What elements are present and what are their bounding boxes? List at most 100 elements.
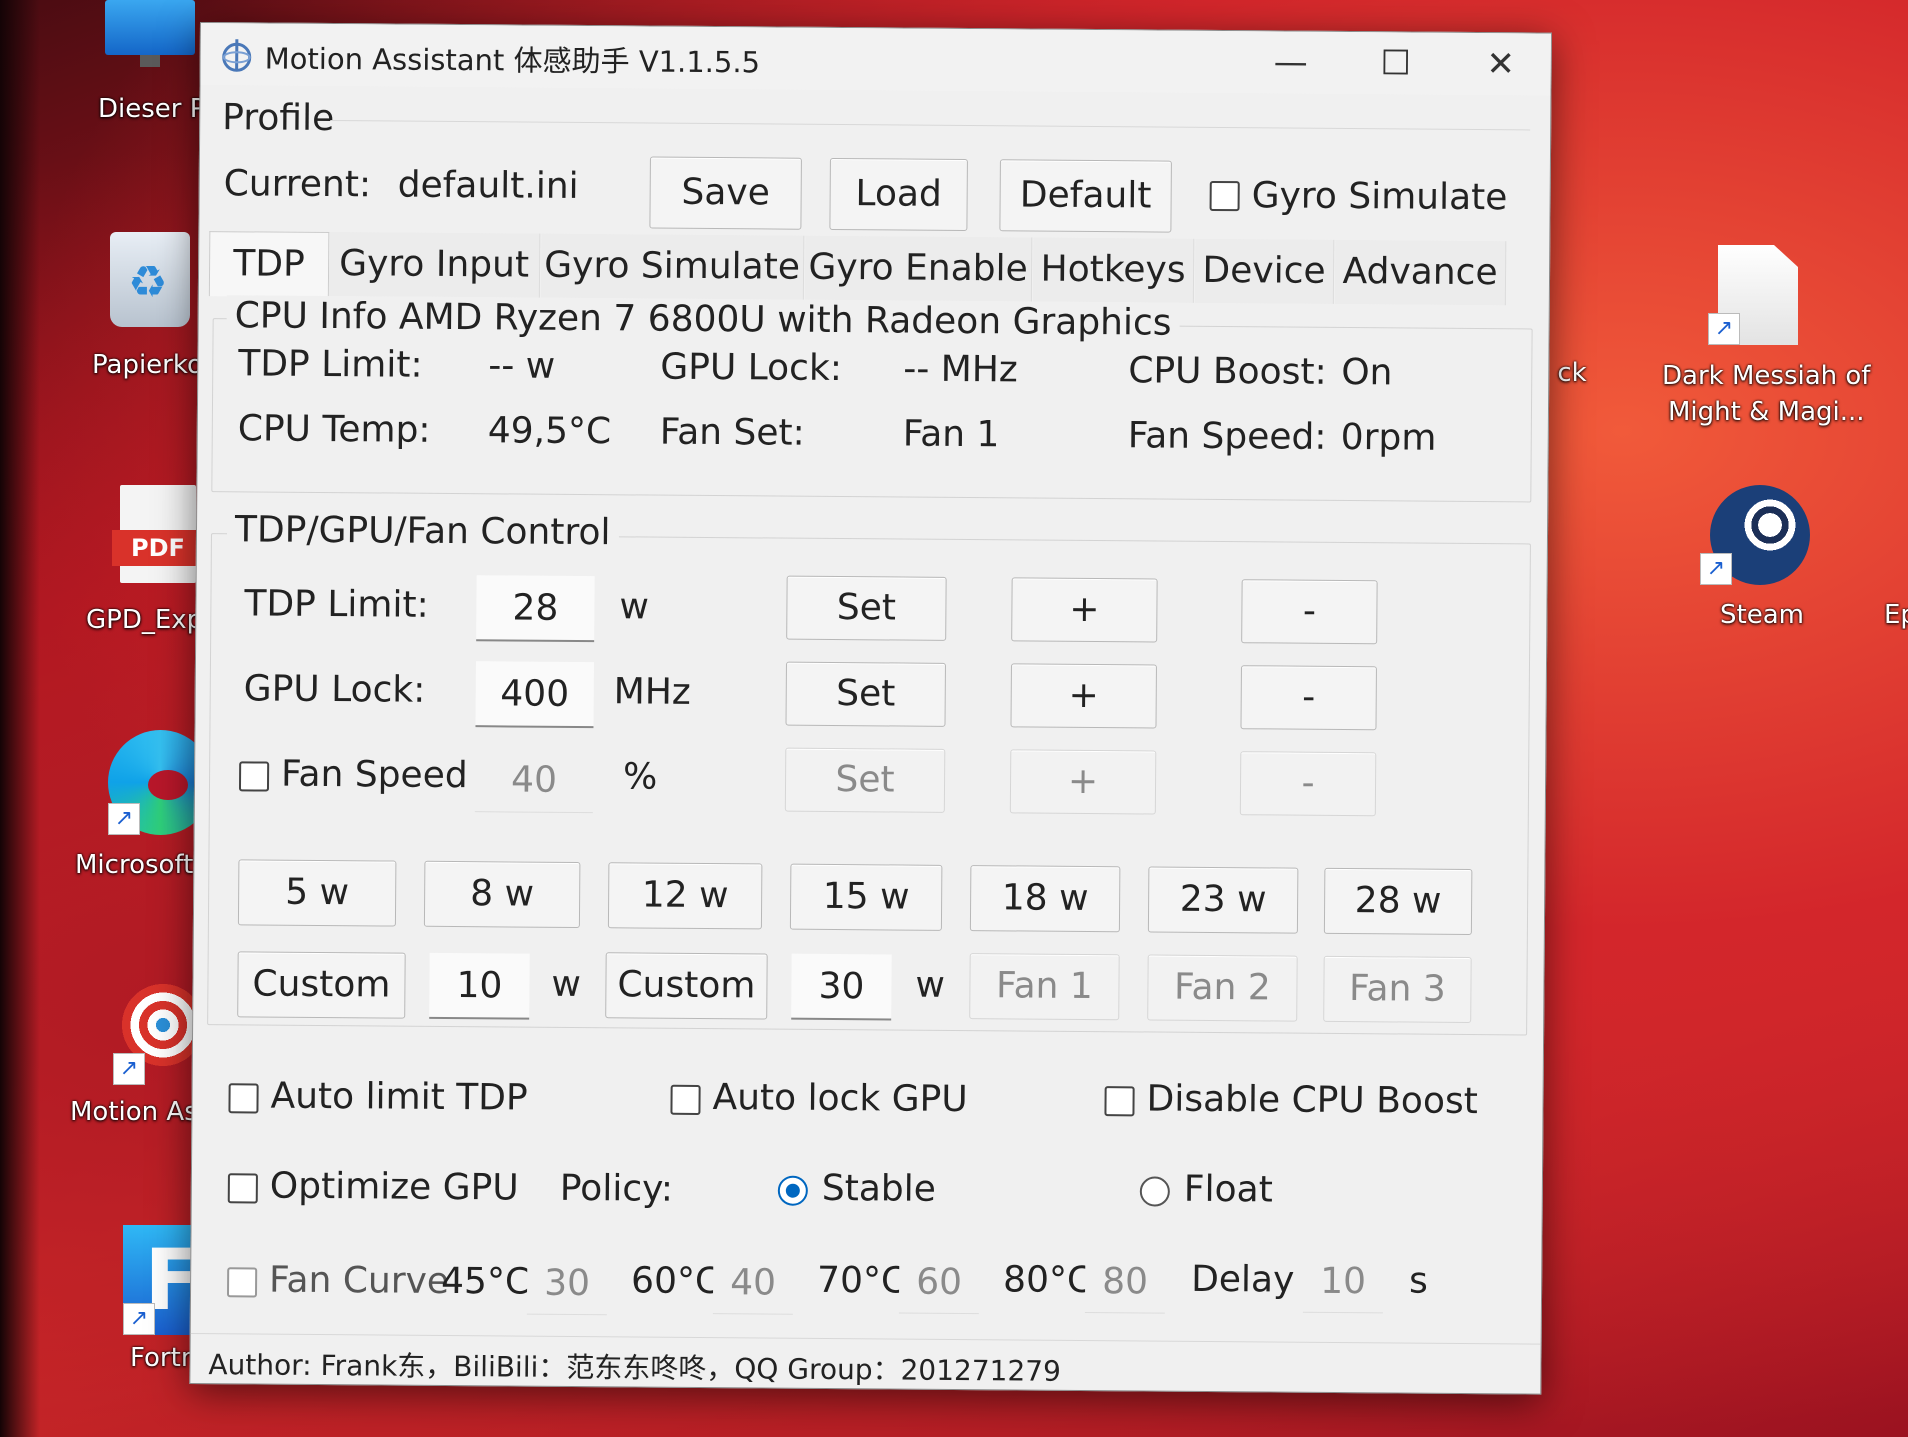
save-profile-button[interactable]: Save (649, 156, 802, 230)
tdp-limit-info-label: TDP Limit: (238, 343, 423, 386)
tab-device[interactable]: Device (1194, 238, 1335, 304)
tab-hotkeys[interactable]: Hotkeys (1032, 237, 1195, 303)
tab-gyro-input[interactable]: Gyro Input (328, 232, 541, 298)
desktop-icon-recycle-bin[interactable]: ♻ Papierko (70, 232, 210, 380)
fan-increase-button[interactable]: + (1009, 749, 1157, 815)
policy-stable-radio[interactable] (777, 1175, 808, 1206)
fan-set-button[interactable]: Set (784, 747, 946, 813)
custom-tdp-1-unit: w (551, 963, 582, 1006)
monitor-icon (95, 0, 195, 70)
auto-lock-gpu-label: Auto lock GPU (712, 1077, 968, 1121)
document-file-icon: ↗ (1708, 245, 1798, 345)
gyro-simulate-label: Gyro Simulate (1251, 175, 1508, 219)
current-profile-value: default.ini (397, 164, 579, 207)
preset-5w-button[interactable]: 5 w (237, 859, 397, 927)
preset-23w-button[interactable]: 23 w (1147, 866, 1299, 934)
tab-gyro-simulate[interactable]: Gyro Simulate (540, 233, 805, 300)
optimize-gpu-checkbox[interactable] (227, 1173, 258, 1204)
preset-12w-button[interactable]: 12 w (607, 862, 763, 930)
desktop-icon-gpd-pdf[interactable]: PDF GPD_Expl (80, 485, 210, 635)
desktop-icon-steam[interactable]: ↗ Steam (1680, 485, 1840, 630)
tdp-increase-button[interactable]: + (1011, 577, 1158, 643)
tdp-limit-input[interactable] (476, 575, 595, 643)
fan-speed-checkbox[interactable] (238, 761, 270, 792)
tdp-limit-info-value: -- w (488, 345, 556, 387)
fan-decrease-button[interactable]: - (1239, 751, 1377, 817)
tdp-set-button[interactable]: Set (786, 575, 947, 641)
desktop-icon-partial[interactable]: ck (1552, 358, 1592, 388)
desktop-icon-epic[interactable]: Ep (1884, 600, 1908, 630)
cpu-boost-info-label: CPU Boost: (1128, 350, 1327, 393)
gpu-unit: MHz (613, 671, 691, 713)
preset-15w-button[interactable]: 15 w (789, 863, 943, 931)
tab-tdp[interactable]: TDP (208, 231, 330, 298)
shortcut-arrow-icon: ↗ (1708, 313, 1740, 345)
auto-limit-tdp-checkbox[interactable] (228, 1083, 259, 1114)
tab-gyro-enable[interactable]: Gyro Enable (804, 235, 1033, 302)
fan-speed-label: Fan Speed (280, 753, 468, 797)
cpu-temp-label: CPU Temp: (237, 408, 431, 451)
fan-speed-input[interactable] (474, 747, 594, 814)
default-profile-button[interactable]: Default (999, 159, 1172, 233)
gpu-lock-input[interactable] (475, 661, 594, 729)
fan-curve-value-2-input[interactable] (712, 1251, 794, 1315)
gpu-lock-info-label: GPU Lock: (660, 346, 843, 390)
tdp-decrease-button[interactable]: - (1241, 579, 1378, 645)
minimize-button[interactable]: — (1256, 39, 1326, 86)
custom-tdp-1-button[interactable]: Custom (237, 951, 406, 1019)
preset-8w-button[interactable]: 8 w (423, 860, 581, 929)
fan-set-value: Fan 1 (902, 413, 1000, 456)
desktop-icon-label: Steam (1720, 600, 1804, 630)
fan-3-button[interactable]: Fan 3 (1323, 955, 1472, 1024)
cpu-temp-value: 49,5°C (487, 410, 612, 453)
load-profile-button[interactable]: Load (829, 157, 968, 232)
gpu-lock-info-value: -- MHz (903, 348, 1018, 391)
fan-curve-value-4-input[interactable] (1084, 1249, 1166, 1314)
desktop-edge (0, 0, 40, 1437)
preset-18w-button[interactable]: 18 w (969, 865, 1121, 933)
desktop-icon-label: Dieser P (98, 94, 206, 124)
shortcut-arrow-icon: ↗ (123, 1303, 155, 1335)
author-footer: Author: Frank东，BiliBili：范东东咚咚，QQ Group：2… (208, 1348, 1062, 1388)
auto-lock-gpu-checkbox[interactable] (670, 1084, 701, 1115)
desktop-icon-microsoft-edge[interactable]: ↗ Microsoft E (70, 730, 218, 880)
policy-float-radio[interactable] (1139, 1176, 1170, 1207)
motion-assistant-window: Motion Assistant 体感助手 V1.1.5.5 — ☐ ✕ Pro… (189, 22, 1552, 1395)
gpu-increase-button[interactable]: + (1010, 663, 1157, 729)
fan-2-button[interactable]: Fan 2 (1147, 954, 1298, 1022)
custom-tdp-2-input[interactable] (791, 953, 892, 1021)
custom-tdp-2-unit: w (915, 964, 946, 1006)
fan-curve-value-1-input[interactable] (526, 1251, 608, 1316)
current-profile-label: Current: (223, 163, 372, 206)
title-bar[interactable]: Motion Assistant 体感助手 V1.1.5.5 — ☐ ✕ (200, 23, 1551, 96)
profile-section-title: Profile (222, 97, 335, 140)
custom-tdp-1-input[interactable] (429, 952, 530, 1020)
gpu-set-button[interactable]: Set (785, 661, 946, 727)
tab-bar: TDP Gyro Input Gyro Simulate Gyro Enable… (199, 231, 1549, 306)
tab-advance[interactable]: Advance (1334, 239, 1507, 306)
fan-speed-info-value: 0rpm (1340, 416, 1437, 459)
fan-curve-temp-3: 70°C (816, 1259, 907, 1302)
gyro-simulate-checkbox[interactable] (1209, 180, 1240, 212)
custom-tdp-2-button[interactable]: Custom (605, 952, 768, 1020)
disable-cpu-boost-label: Disable CPU Boost (1146, 1078, 1478, 1123)
fan-curve-checkbox[interactable] (226, 1267, 258, 1298)
fan-speed-info-label: Fan Speed: (1127, 415, 1327, 458)
footer-divider (190, 1332, 1541, 1345)
disable-cpu-boost-checkbox[interactable] (1104, 1086, 1135, 1117)
desktop-icon-label-line2: Might & Magi... (1668, 397, 1865, 427)
desktop-icon-label: Motion Ass (70, 1097, 212, 1127)
desktop-icon-this-pc[interactable]: Dieser P (80, 0, 210, 124)
fan-1-button[interactable]: Fan 1 (969, 953, 1120, 1021)
tdp-limit-label: TDP Limit: (244, 583, 429, 626)
maximize-button[interactable]: ☐ (1361, 40, 1431, 87)
fan-curve-delay-input[interactable] (1302, 1249, 1384, 1314)
cpu-info-title: CPU Info AMD Ryzen 7 6800U with Radeon G… (226, 295, 1180, 344)
gpu-decrease-button[interactable]: - (1240, 665, 1377, 731)
policy-stable-label: Stable (821, 1167, 937, 1210)
close-button[interactable]: ✕ (1466, 41, 1536, 88)
desktop-icon-dark-messiah[interactable]: ↗ Dark Messiah of Might & Magi... (1650, 245, 1870, 427)
preset-28w-button[interactable]: 28 w (1323, 867, 1473, 936)
app-gyro-icon (219, 37, 255, 73)
fan-curve-value-3-input[interactable] (898, 1250, 980, 1315)
